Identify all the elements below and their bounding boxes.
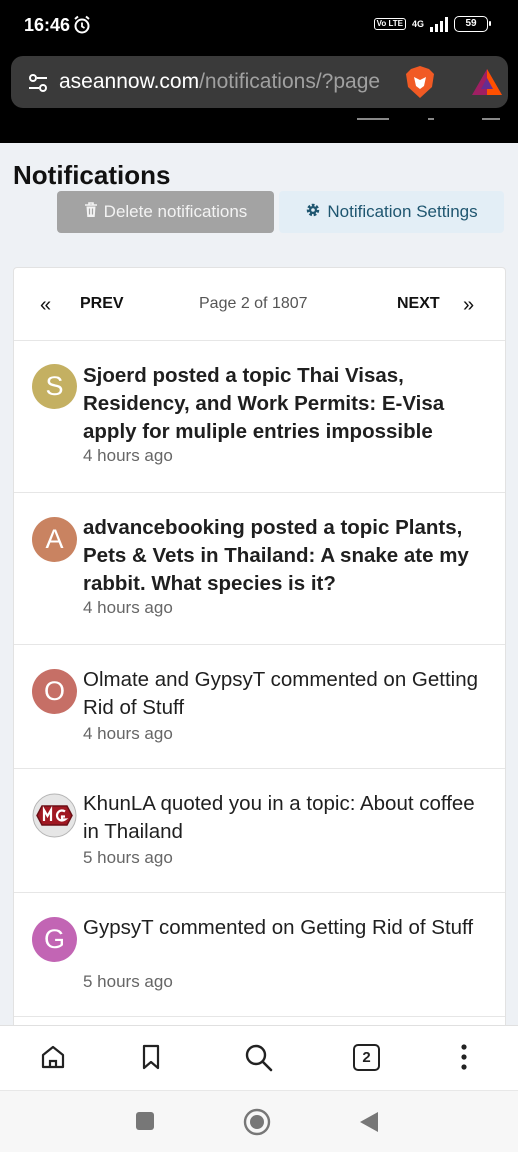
status-bar: 16:46 Vo LTE 4G 59 <box>0 0 518 52</box>
url-text[interactable]: aseannow.com/notifications/?page <box>59 70 401 94</box>
notification-item[interactable]: KhunLA quoted you in a topic: About coff… <box>14 769 505 893</box>
brave-rewards-icon[interactable] <box>471 68 503 101</box>
network-type: 4G <box>411 18 424 29</box>
volte-badge: Vo LTE <box>373 18 406 30</box>
notification-item[interactable]: S Sjoerd posted a topic Thai Visas, Resi… <box>14 341 505 493</box>
notification-item[interactable]: A advancebooking posted a topic Plants, … <box>14 493 505 645</box>
page-title: Notifications <box>13 160 171 190</box>
delete-notifications-button[interactable]: Delete notifications <box>57 191 274 233</box>
notification-text[interactable]: Olmate and GypsyT commented on Getting R… <box>83 666 493 722</box>
back-icon[interactable] <box>358 1110 380 1139</box>
site-header-peek <box>0 108 518 143</box>
system-navigation-bar <box>0 1090 518 1152</box>
clock: 16:46 <box>24 15 71 35</box>
home-nav-icon[interactable] <box>243 1108 271 1141</box>
recent-apps-icon[interactable] <box>135 1111 155 1136</box>
battery-icon: 59 <box>454 16 491 32</box>
avatar[interactable]: G <box>32 917 77 962</box>
delete-notifications-label: Delete notifications <box>103 202 248 221</box>
notification-text[interactable]: GypsyT commented on Getting Rid of Stuff <box>83 914 493 942</box>
avatar[interactable]: A <box>32 517 77 562</box>
notification-time: 5 hours ago <box>83 848 173 867</box>
notification-time: 4 hours ago <box>83 724 173 743</box>
notifications-card: « PREV Page 2 of 1807 NEXT » S Sjoerd po… <box>13 267 506 1025</box>
avatar[interactable]: S <box>32 364 77 409</box>
notification-text[interactable]: advancebooking posted a topic Plants, Pe… <box>83 514 493 598</box>
next-page-button[interactable]: NEXT <box>397 295 440 313</box>
tabs-icon[interactable]: 2 <box>353 1044 380 1071</box>
prev-page-button[interactable]: PREV <box>80 295 124 313</box>
double-chevron-right-icon[interactable]: » <box>463 294 474 317</box>
more-menu-icon[interactable] <box>455 1043 473 1076</box>
page-content: Notifications Delete notifications Notif… <box>0 143 518 1025</box>
notification-settings-label: Notification Settings <box>327 202 478 221</box>
home-icon[interactable] <box>39 1043 67 1076</box>
notification-item[interactable]: G GypsyT commented on Getting Rid of Stu… <box>14 893 505 1017</box>
avatar[interactable] <box>32 793 77 838</box>
trash-icon <box>84 201 98 223</box>
notification-time: 5 hours ago <box>83 972 173 991</box>
notification-text[interactable]: KhunLA quoted you in a topic: About coff… <box>83 790 493 846</box>
tabs-count: 2 <box>353 1044 380 1071</box>
page-indicator[interactable]: Page 2 of 1807 <box>199 295 308 313</box>
address-bar[interactable]: aseannow.com/notifications/?page <box>11 56 508 108</box>
notification-time: 4 hours ago <box>83 598 173 617</box>
bookmark-icon[interactable] <box>138 1043 164 1076</box>
avatar[interactable]: O <box>32 669 77 714</box>
browser-bottom-toolbar: 2 <box>0 1025 518 1090</box>
double-chevron-left-icon[interactable]: « <box>40 294 51 317</box>
mg-logo-icon <box>32 793 77 838</box>
url-path: /notifications/?page <box>199 70 381 93</box>
url-domain: aseannow.com <box>59 70 200 93</box>
gear-icon <box>305 202 321 223</box>
notification-text[interactable]: Sjoerd posted a topic Thai Visas, Reside… <box>83 362 493 446</box>
notification-settings-button[interactable]: Notification Settings <box>279 191 504 233</box>
brave-shields-icon[interactable] <box>404 65 436 104</box>
alarm-icon <box>72 15 92 40</box>
site-settings-icon[interactable] <box>27 72 49 99</box>
signal-icon <box>430 16 448 32</box>
notification-time: 4 hours ago <box>83 446 173 465</box>
pagination: « PREV Page 2 of 1807 NEXT » <box>14 268 505 341</box>
search-icon[interactable] <box>244 1043 274 1078</box>
notification-item[interactable]: O Olmate and GypsyT commented on Getting… <box>14 645 505 769</box>
